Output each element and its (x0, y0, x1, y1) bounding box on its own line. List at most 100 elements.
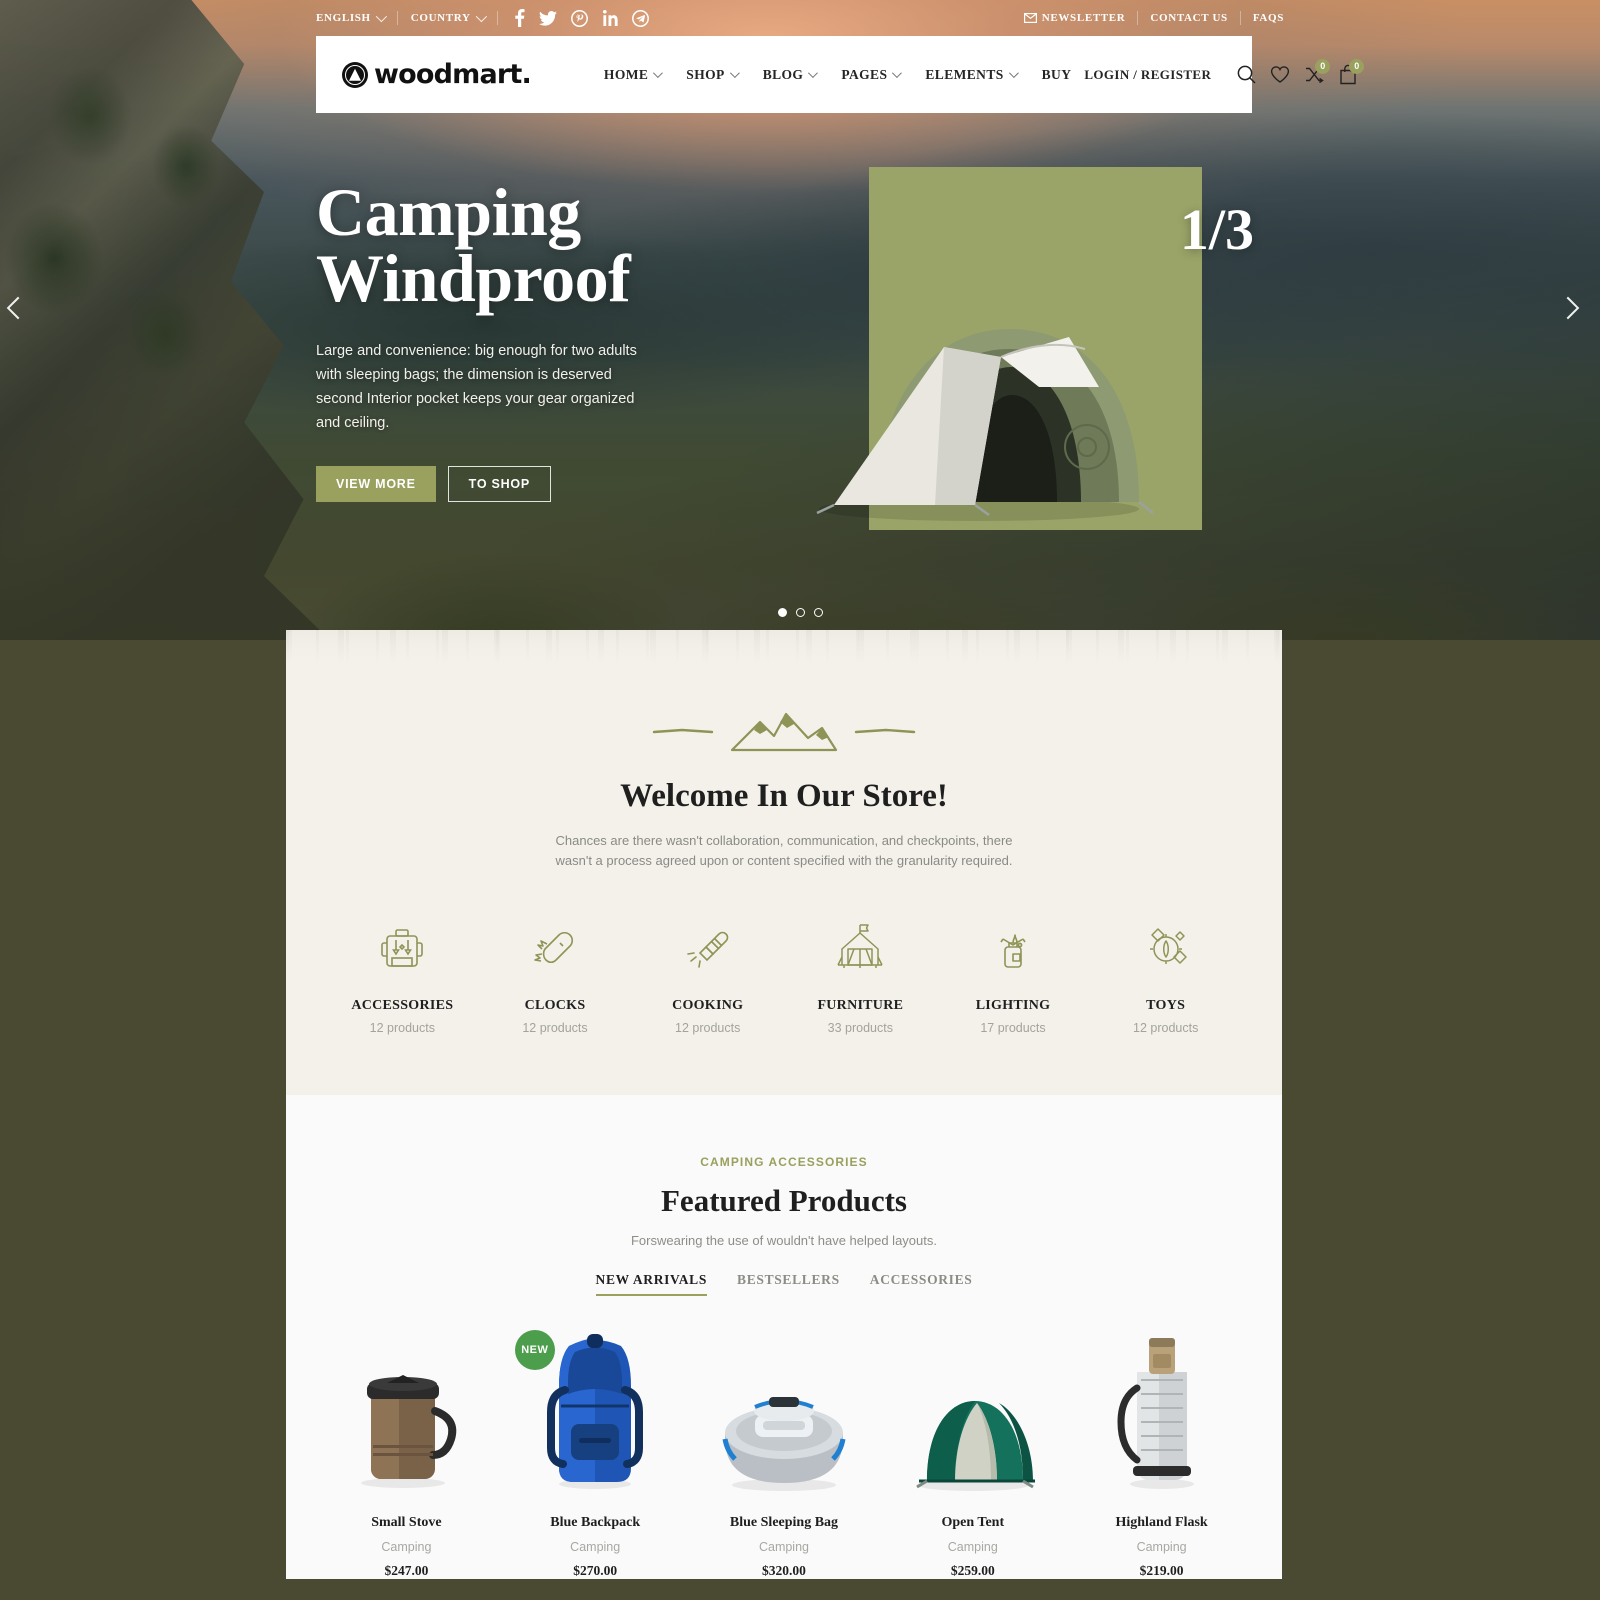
search-button[interactable] (1229, 58, 1263, 92)
logo-text: woodmart. (374, 59, 532, 90)
featured-title: Featured Products (661, 1183, 907, 1218)
category-name: FURNITURE (817, 998, 904, 1013)
category-count: 12 products (675, 1021, 741, 1035)
wishlist-button[interactable] (1263, 58, 1297, 92)
product-card[interactable]: Small Stove Camping $247.00 (312, 1328, 501, 1579)
language-selector[interactable]: ENGLISH (316, 10, 398, 25)
main-navigation: HOME SHOP BLOG PAGES ELEMENTS BUY (591, 67, 1084, 83)
product-price: $247.00 (384, 1563, 429, 1578)
search-icon (1237, 65, 1256, 84)
product-category: Camping (381, 1540, 432, 1554)
nav-item-buy[interactable]: BUY (1029, 67, 1085, 83)
tab-new-arrivals[interactable]: NEW ARRIVALS (595, 1272, 708, 1296)
pinterest-icon[interactable] (570, 9, 588, 27)
category-accessories[interactable]: ACCESSORIES 12 products (326, 918, 479, 1035)
login-register-link[interactable]: LOGIN / REGISTER (1084, 67, 1211, 83)
language-label: ENGLISH (316, 12, 371, 24)
newsletter-label: NEWSLETTER (1041, 12, 1126, 24)
nav-label: SHOP (686, 66, 725, 82)
hero-title: Camping Windproof (316, 178, 776, 316)
social-links (498, 9, 649, 27)
divider-line-left (652, 728, 714, 734)
flashlight-icon (631, 918, 784, 980)
category-count: 33 products (827, 1021, 893, 1035)
prev-slide-button[interactable] (6, 296, 40, 330)
product-card[interactable]: NEW Blue Backpack Camping $270.00 (501, 1328, 690, 1579)
site-header: woodmart. HOME SHOP BLOG PAGES ELEMENTS (316, 36, 1365, 113)
nav-item-home[interactable]: HOME (591, 67, 673, 83)
product-card[interactable]: Open Tent Camping $259.00 (878, 1328, 1067, 1579)
telegram-icon[interactable] (631, 9, 649, 27)
nav-item-shop[interactable]: SHOP (673, 67, 749, 83)
chevron-down-icon (653, 68, 664, 79)
category-name: TOYS (1146, 998, 1186, 1013)
category-name: ACCESSORIES (351, 998, 454, 1013)
country-selector[interactable]: COUNTRY (398, 10, 498, 25)
product-name: Open Tent (941, 1515, 1005, 1530)
faqs-link[interactable]: FAQS (1241, 11, 1284, 25)
product-name: Small Stove (371, 1515, 442, 1530)
heart-icon (1271, 66, 1290, 83)
view-more-button[interactable]: VIEW MORE (316, 465, 436, 502)
product-name: Blue Sleeping Bag (729, 1515, 839, 1530)
category-name: COOKING (672, 998, 744, 1013)
contact-label: CONTACT US (1150, 12, 1228, 24)
slider-dot-3[interactable] (813, 608, 823, 617)
twitter-icon[interactable] (538, 10, 557, 26)
nav-label: PAGES (841, 66, 888, 82)
category-cooking[interactable]: COOKING 12 products (631, 918, 784, 1035)
nav-item-elements[interactable]: ELEMENTS (912, 67, 1028, 83)
welcome-section: Welcome In Our Store! Chances are there … (286, 630, 1282, 1095)
product-category: Camping (1136, 1540, 1187, 1554)
product-card[interactable]: Highland Flask Camping $219.00 (1067, 1328, 1256, 1579)
to-shop-button[interactable]: TO SHOP (447, 465, 551, 502)
nav-label: BUY (1041, 66, 1072, 82)
slide-counter: 1/3 (1179, 197, 1254, 262)
compare-count-badge: 0 (1315, 58, 1331, 74)
mail-icon (1023, 13, 1037, 23)
newsletter-link[interactable]: NEWSLETTER (1012, 11, 1139, 25)
hero-description: Large and convenience: big enough for tw… (316, 342, 637, 431)
category-furniture[interactable]: FURNITURE 33 products (784, 918, 937, 1035)
product-price: $219.00 (1139, 1563, 1184, 1578)
slider-dot-1[interactable] (777, 608, 787, 617)
product-card[interactable]: Blue Sleeping Bag Camping $320.00 (690, 1328, 879, 1579)
category-count: 17 products (980, 1021, 1046, 1035)
welcome-title: Welcome In Our Store! (620, 778, 948, 814)
tab-accessories[interactable]: ACCESSORIES (870, 1272, 973, 1296)
product-image-blue-sleeping-bag (698, 1328, 871, 1493)
chevron-down-icon (892, 68, 903, 79)
product-image-open-tent (886, 1328, 1059, 1493)
product-name: Blue Backpack (550, 1515, 641, 1530)
category-lighting[interactable]: LIGHTING 17 products (937, 918, 1090, 1035)
category-clocks[interactable]: CLOCKS 12 products (479, 918, 632, 1035)
hero-title-line-2: Windproof (316, 239, 631, 316)
chevron-down-icon (729, 68, 740, 79)
category-toys[interactable]: TOYS 12 products (1089, 918, 1242, 1035)
tab-bestsellers[interactable]: BESTSELLERS (737, 1272, 840, 1296)
linkedin-icon[interactable] (602, 10, 618, 26)
category-name: LIGHTING (975, 998, 1051, 1013)
featured-products-section: CAMPING ACCESSORIES Featured Products Fo… (286, 1095, 1282, 1579)
slider-dot-2[interactable] (795, 608, 805, 617)
new-badge: NEW (514, 1330, 555, 1370)
nav-item-pages[interactable]: PAGES (828, 67, 912, 83)
nav-item-blog[interactable]: BLOG (750, 67, 829, 83)
camp-stove-icon (937, 918, 1090, 980)
contact-us-link[interactable]: CONTACT US (1138, 11, 1241, 25)
compass-icon (1089, 918, 1242, 980)
facebook-icon[interactable] (514, 9, 525, 27)
cart-button[interactable]: 0 (1331, 58, 1365, 92)
category-count: 12 products (369, 1021, 435, 1035)
hero-product-card (816, 167, 1202, 530)
nav-label: BLOG (762, 66, 804, 82)
compare-button[interactable]: 0 (1297, 58, 1331, 92)
nav-label: HOME (603, 66, 649, 82)
featured-subtitle: Forswearing the use of wouldn't have hel… (630, 1233, 937, 1248)
site-logo[interactable]: woodmart. (342, 59, 532, 90)
next-slide-button[interactable] (1556, 296, 1590, 330)
category-name: CLOCKS (524, 998, 586, 1013)
backpack-icon (326, 918, 479, 980)
top-bar: ENGLISH COUNTRY NEWSLETTER CONTACT US FA… (0, 0, 1600, 36)
product-category: Camping (570, 1540, 621, 1554)
